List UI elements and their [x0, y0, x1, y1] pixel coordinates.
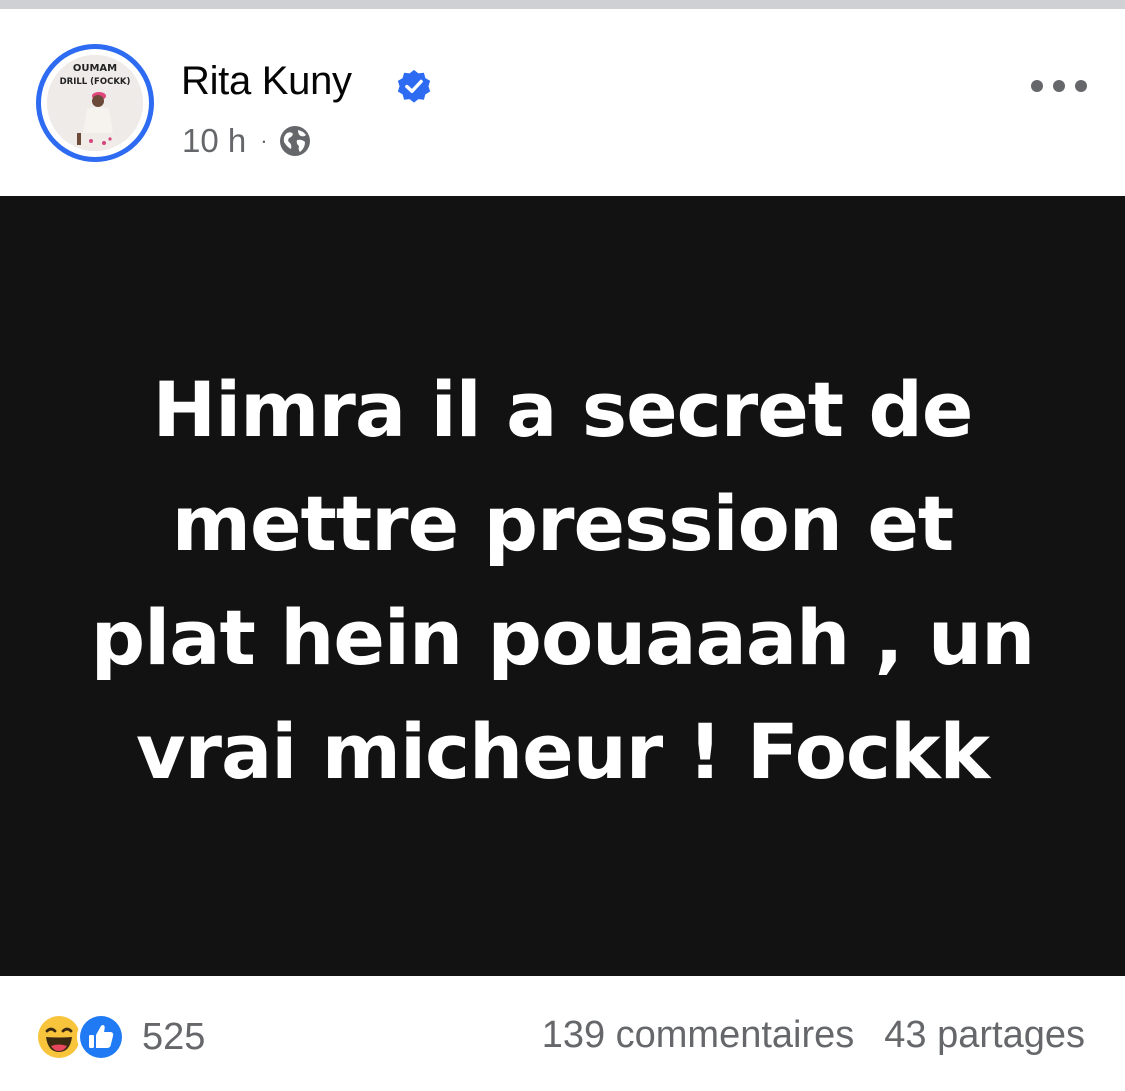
shares-count-link[interactable]: 43 partages [884, 1014, 1085, 1057]
post-text-line: plat hein pouaaah , un [90, 593, 1035, 682]
author-name[interactable]: Rita Kuny [181, 59, 352, 104]
comments-count-link[interactable]: 139 commentaires [542, 1014, 855, 1057]
post-header: OUMAM DRILL (FOCKK) Rita Kuny 10 h · [0, 9, 1125, 196]
post-timestamp[interactable]: 10 h [182, 122, 246, 160]
post-text: Himra il a secret de mettre pression et … [63, 353, 1063, 809]
avatar-caption-bottom: DRILL (FOCKK) [60, 77, 131, 87]
globe-icon [279, 126, 310, 156]
like-icon [77, 1013, 125, 1061]
post-text-line: vrai micheur ! Fockk [135, 707, 990, 796]
post-stats: 139 commentaires 43 partages [542, 1014, 1085, 1057]
meta-separator: · [260, 128, 268, 153]
post-text-line: Himra il a secret de [152, 365, 974, 454]
avatar-caption-top: OUMAM [73, 63, 117, 74]
avatar[interactable]: OUMAM DRILL (FOCKK) [36, 44, 154, 162]
post-text-line: mettre pression et [171, 479, 954, 568]
top-divider [0, 0, 1125, 9]
reaction-count: 525 [142, 1015, 206, 1058]
more-options-button[interactable] [1031, 71, 1087, 101]
post-footer: 525 139 commentaires 43 partages [0, 976, 1125, 1091]
reactions-summary[interactable]: 525 [34, 1012, 205, 1062]
more-dot [1031, 80, 1043, 92]
post-meta: 10 h · [182, 121, 313, 161]
more-dot [1075, 80, 1087, 92]
post-text-background: Himra il a secret de mettre pression et … [0, 196, 1125, 976]
avatar-photo: OUMAM DRILL (FOCKK) [47, 55, 143, 151]
verified-badge-icon [397, 69, 431, 103]
more-dot [1053, 80, 1065, 92]
